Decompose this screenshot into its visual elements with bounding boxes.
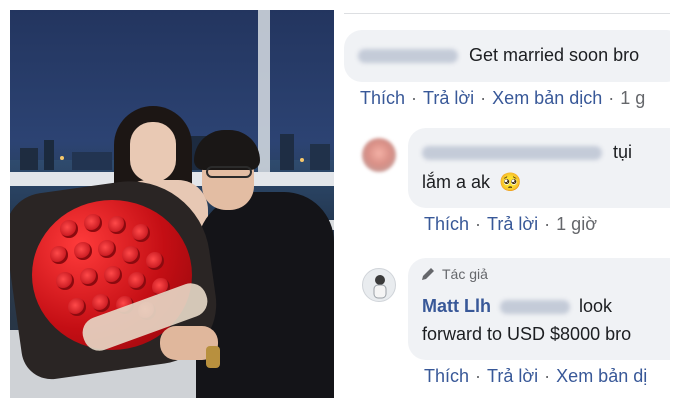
window-frame <box>258 10 270 180</box>
comment-bubble: tụi lắm a ak 🥺 <box>408 128 670 208</box>
avatar[interactable] <box>362 138 396 172</box>
reply-link[interactable]: Trả lời <box>423 88 474 108</box>
author-badge: Tác giả <box>420 266 488 282</box>
glasses <box>206 166 252 178</box>
woman-face <box>130 122 176 182</box>
comment-actions: Thích · Trả lời · Xem bản dịch · 1 g <box>360 88 646 108</box>
redacted-name <box>358 49 458 64</box>
comment-time[interactable]: 1 giờ <box>556 214 597 234</box>
comment-text-line1: look <box>579 296 613 316</box>
like-link[interactable]: Thích <box>424 366 469 386</box>
like-link[interactable]: Thích <box>424 214 469 234</box>
translate-link[interactable]: Xem bản dịch <box>492 88 602 108</box>
reply-link[interactable]: Trả lời <box>487 214 538 234</box>
translate-link[interactable]: Xem bản dị <box>556 366 647 386</box>
wristwatch <box>206 346 220 368</box>
comment-bubble: Tác giả Matt Llh look forward to USD $80… <box>408 258 670 360</box>
redacted-name <box>500 300 571 315</box>
author-name[interactable]: Matt Llh <box>422 296 491 316</box>
comment-text-line2: lắm a ak <box>422 172 491 192</box>
comment-time[interactable]: 1 g <box>620 88 645 108</box>
reply-link[interactable]: Trả lời <box>487 366 538 386</box>
comment-text: Get married soon bro <box>469 45 640 65</box>
divider <box>344 13 670 14</box>
like-link[interactable]: Thích <box>360 88 405 108</box>
comment-text-line1: tụi <box>613 142 633 162</box>
comment-text-line2: forward to USD $8000 bro <box>422 324 632 344</box>
author-avatar[interactable] <box>362 268 396 302</box>
pencil-icon <box>422 268 434 280</box>
comment-actions: Thích · Trả lời · 1 giờ <box>424 214 597 234</box>
redacted-name <box>422 146 602 161</box>
couple-photo <box>10 10 334 398</box>
comment-actions: Thích · Trả lời · Xem bản dị <box>424 366 648 386</box>
comment-bubble: Get married soon bro <box>344 30 670 82</box>
comments-panel: Get married soon bro Thích · Trả lời · Xem b… <box>344 10 670 398</box>
pleading-face-emoji: 🥺 <box>499 172 522 192</box>
